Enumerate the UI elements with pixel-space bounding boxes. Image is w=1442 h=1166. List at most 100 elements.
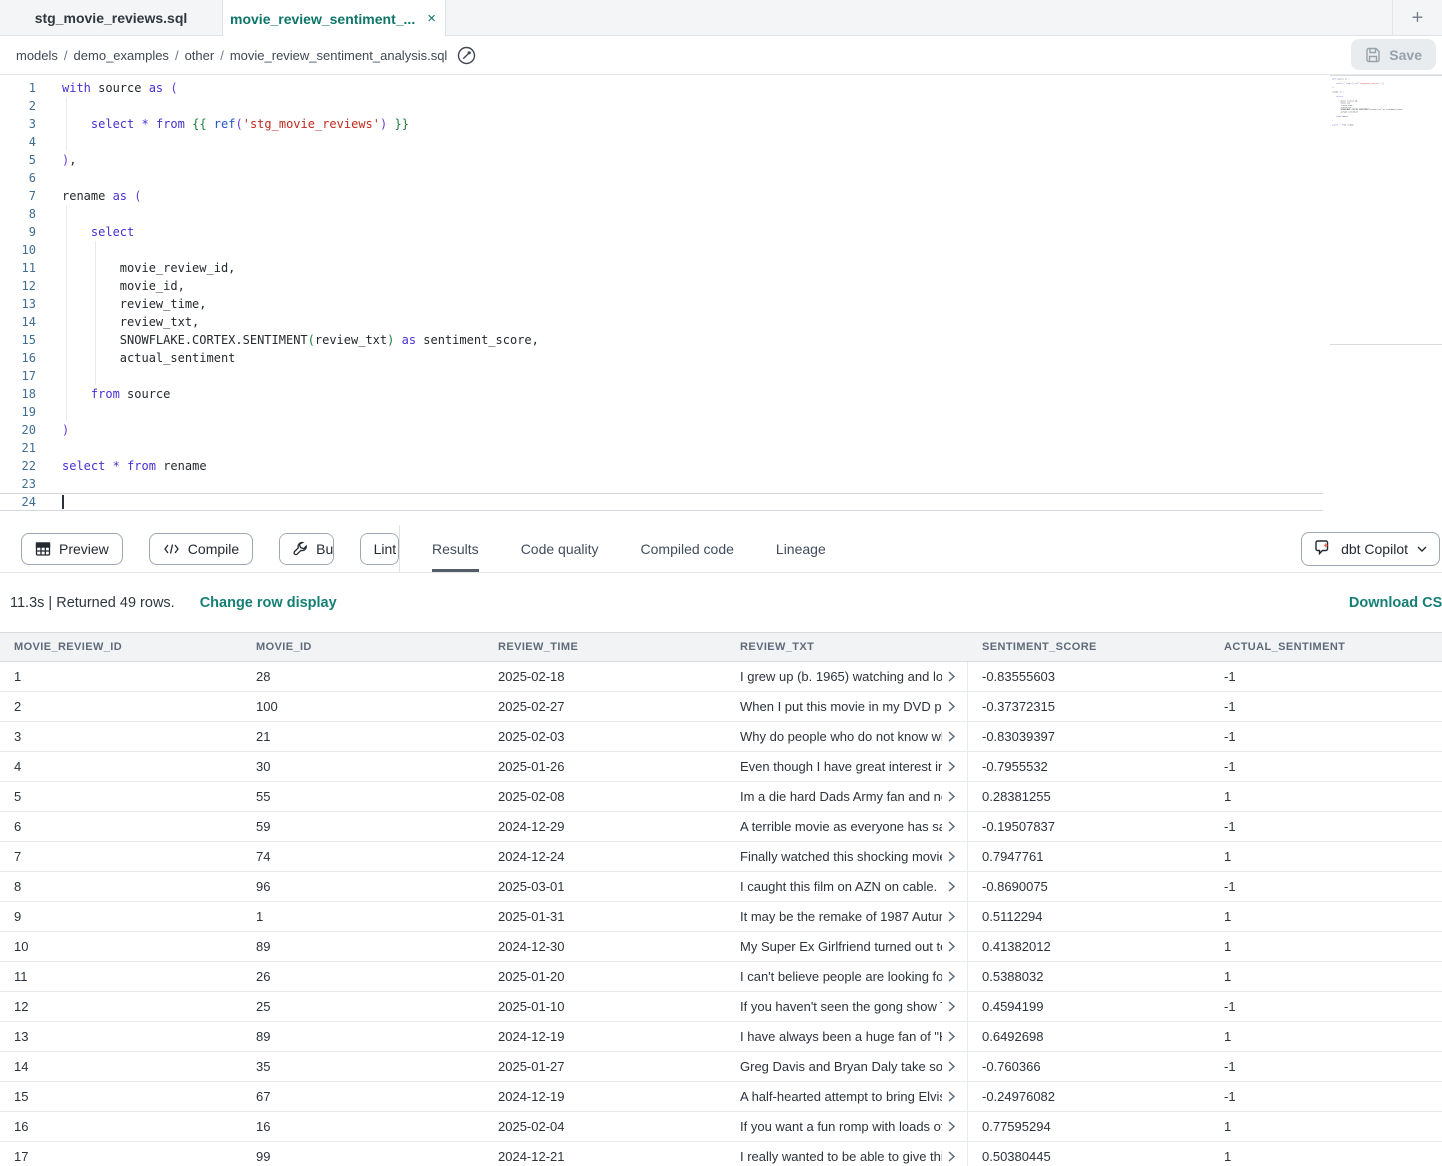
review-text: My Super Ex Girlfriend turned out to b…: [740, 932, 942, 961]
expand-cell-chevron-icon[interactable]: [948, 1031, 955, 1042]
cell-sentiment-score: -0.19507837: [968, 812, 1210, 841]
table-row: 11262025-01-20I can't believe people are…: [0, 962, 1442, 992]
cell-movie-review-id: 2: [0, 692, 242, 721]
expand-cell-chevron-icon[interactable]: [948, 731, 955, 742]
code-line: select * from rename: [1332, 124, 1354, 126]
result-tab-lineage[interactable]: Lineage: [776, 525, 826, 572]
cell-movie-id: 30: [242, 752, 484, 781]
review-text: Even though I have great interest in Bi…: [740, 752, 942, 781]
expand-cell-chevron-icon[interactable]: [948, 1001, 955, 1012]
result-tab-results[interactable]: Results: [432, 525, 479, 572]
new-tab-button[interactable]: +: [1392, 0, 1442, 36]
expand-cell-chevron-icon[interactable]: [948, 971, 955, 982]
cell-movie-review-id: 15: [0, 1082, 242, 1111]
cell-actual-sentiment: -1: [1210, 812, 1442, 841]
result-tab-code-quality[interactable]: Code quality: [521, 525, 599, 572]
table-row: 1282025-02-18I grew up (b. 1965) watchin…: [0, 662, 1442, 692]
line-number: 23: [0, 475, 36, 493]
wrench-icon: [293, 541, 308, 556]
review-text: I can't believe people are looking for a…: [740, 962, 942, 991]
code-line: 8: [0, 205, 1442, 223]
result-tab-compiled-code[interactable]: Compiled code: [641, 525, 734, 572]
table-row: 13892024-12-19I have always been a huge …: [0, 1022, 1442, 1052]
cell-actual-sentiment: -1: [1210, 662, 1442, 691]
cell-review-time: 2024-12-30: [484, 932, 726, 961]
copilot-label: dbt Copilot: [1341, 541, 1408, 557]
code-line: 21: [0, 439, 1442, 457]
expand-cell-chevron-icon[interactable]: [948, 851, 955, 862]
lint-button[interactable]: Lint: [361, 534, 399, 564]
expand-cell-chevron-icon[interactable]: [948, 701, 955, 712]
expand-cell-chevron-icon[interactable]: [948, 821, 955, 832]
expand-cell-chevron-icon[interactable]: [948, 761, 955, 772]
compile-button[interactable]: Compile: [149, 533, 253, 565]
tab-stg-movie-reviews[interactable]: stg_movie_reviews.sql: [0, 0, 223, 35]
expand-cell-chevron-icon[interactable]: [948, 1151, 955, 1162]
cell-review-txt: Why do people who do not know what…: [726, 722, 968, 751]
save-icon: [1365, 47, 1381, 63]
build-button[interactable]: Build: [280, 534, 333, 564]
line-number: 6: [0, 169, 36, 187]
preview-button[interactable]: Preview: [21, 533, 123, 565]
cell-movie-id: 35: [242, 1052, 484, 1081]
line-number: 11: [0, 259, 36, 277]
cell-review-txt: Finally watched this shocking movie la…: [726, 842, 968, 871]
cell-review-txt: I grew up (b. 1965) watching and lovin…: [726, 662, 968, 691]
code-line: 16 actual_sentiment: [0, 349, 1442, 367]
code-line: 4: [0, 133, 1442, 151]
expand-cell-chevron-icon[interactable]: [948, 911, 955, 922]
expand-cell-chevron-icon[interactable]: [948, 1061, 955, 1072]
cell-movie-review-id: 17: [0, 1142, 242, 1166]
cell-actual-sentiment: 1: [1210, 782, 1442, 811]
cell-review-time: 2025-01-26: [484, 752, 726, 781]
cell-movie-review-id: 13: [0, 1022, 242, 1051]
cell-actual-sentiment: 1: [1210, 842, 1442, 871]
save-label: Save: [1389, 47, 1422, 63]
cell-movie-review-id: 16: [0, 1112, 242, 1141]
cell-review-time: 2025-02-18: [484, 662, 726, 691]
expand-cell-chevron-icon[interactable]: [948, 1091, 955, 1102]
cell-actual-sentiment: -1: [1210, 992, 1442, 1021]
code-editor[interactable]: 1with source as (23 select * from {{ ref…: [0, 75, 1442, 525]
editor-tab-bar: stg_movie_reviews.sql movie_review_senti…: [0, 0, 1442, 36]
cell-movie-id: 89: [242, 1022, 484, 1051]
close-icon[interactable]: ×: [425, 10, 438, 27]
cell-review-txt: Even though I have great interest in Bi…: [726, 752, 968, 781]
cell-review-time: 2024-12-29: [484, 812, 726, 841]
line-number: 9: [0, 223, 36, 241]
expand-cell-chevron-icon[interactable]: [948, 791, 955, 802]
cell-review-txt: I have always been a huge fan of "Hom…: [726, 1022, 968, 1051]
code-line: 10: [0, 241, 1442, 259]
query-status-text: 11.3s | Returned 49 rows.: [10, 595, 175, 611]
review-text: It may be the remake of 1987 Autumn'…: [740, 902, 942, 931]
preview-label: Preview: [59, 541, 109, 557]
line-number: 22: [0, 457, 36, 475]
results-table: MOVIE_REVIEW_IDMOVIE_IDREVIEW_TIMEREVIEW…: [0, 632, 1442, 1166]
expand-cell-chevron-icon[interactable]: [948, 881, 955, 892]
expand-cell-chevron-icon[interactable]: [948, 941, 955, 952]
save-button[interactable]: Save: [1351, 39, 1436, 70]
expand-cell-chevron-icon[interactable]: [948, 671, 955, 682]
line-number: 3: [0, 115, 36, 133]
breadcrumb-separator: /: [220, 48, 224, 63]
minimap[interactable]: with source as ( select * from {{ ref('s…: [1330, 75, 1442, 345]
change-row-display-link[interactable]: Change row display: [200, 595, 337, 611]
line-number: 8: [0, 205, 36, 223]
line-number: 15: [0, 331, 36, 349]
breadcrumb-segment: models: [16, 48, 58, 63]
table-row: 10892024-12-30My Super Ex Girlfriend tur…: [0, 932, 1442, 962]
build-label: Build: [316, 541, 333, 557]
tab-movie-review-sentiment[interactable]: movie_review_sentiment_... ×: [223, 0, 446, 37]
cell-review-time: 2025-01-27: [484, 1052, 726, 1081]
line-number: 13: [0, 295, 36, 313]
cell-movie-id: 25: [242, 992, 484, 1021]
cell-sentiment-score: 0.41382012: [968, 932, 1210, 961]
cell-actual-sentiment: 1: [1210, 1142, 1442, 1166]
expand-cell-chevron-icon[interactable]: [948, 1121, 955, 1132]
dbt-copilot-button[interactable]: dbt Copilot: [1301, 532, 1440, 566]
code-line: [1332, 129, 1354, 131]
cell-review-txt: A half-hearted attempt to bring Elvis P…: [726, 1082, 968, 1111]
cell-movie-id: 99: [242, 1142, 484, 1166]
download-csv-link[interactable]: Download CSV: [1349, 595, 1442, 611]
preview-table-icon: [35, 541, 51, 557]
